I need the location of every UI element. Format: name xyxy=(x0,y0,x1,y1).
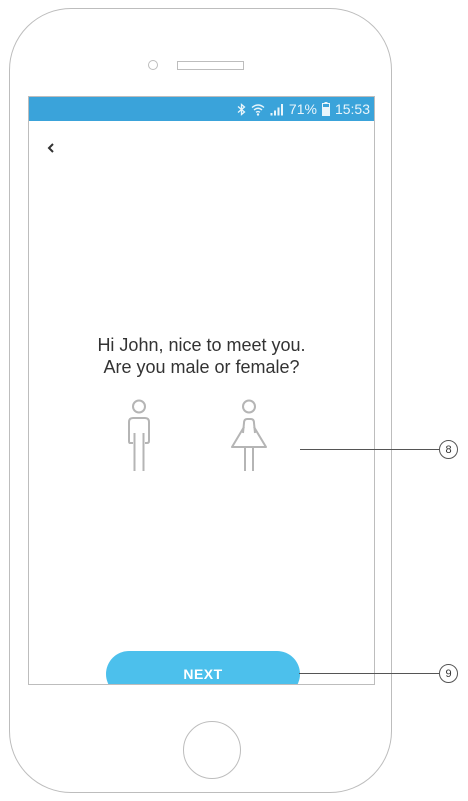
app-screen: 71% 15:53 Hi John, nice to meet you. Are… xyxy=(28,96,375,685)
question-prompt: Are you male or female? xyxy=(103,357,300,377)
clock: 15:53 xyxy=(334,101,370,117)
back-button[interactable] xyxy=(41,138,61,158)
battery-percent: 71% xyxy=(288,101,317,117)
home-button[interactable] xyxy=(183,721,241,779)
female-option[interactable] xyxy=(230,399,268,471)
gender-question: Hi John, nice to meet you. Are you male … xyxy=(29,334,374,378)
female-figure-icon xyxy=(231,399,267,471)
front-camera xyxy=(148,60,158,70)
signal-icon xyxy=(270,103,284,116)
wifi-icon xyxy=(251,103,265,116)
status-bar: 71% 15:53 xyxy=(29,97,374,121)
callout-marker-next: 9 xyxy=(439,664,458,683)
bluetooth-icon xyxy=(237,102,246,116)
male-option[interactable] xyxy=(126,399,152,471)
question-greeting: Hi John, nice to meet you. xyxy=(97,335,306,355)
callout-marker-gender: 8 xyxy=(439,440,458,459)
chevron-left-icon xyxy=(47,143,54,153)
canvas: 71% 15:53 Hi John, nice to meet you. Are… xyxy=(0,0,468,801)
callout-line-gender xyxy=(300,449,439,450)
male-figure-icon xyxy=(128,399,150,471)
next-button[interactable]: NEXT xyxy=(106,651,300,684)
callout-line-next xyxy=(299,673,439,674)
battery-icon xyxy=(321,102,330,116)
speaker-slot xyxy=(177,61,244,70)
